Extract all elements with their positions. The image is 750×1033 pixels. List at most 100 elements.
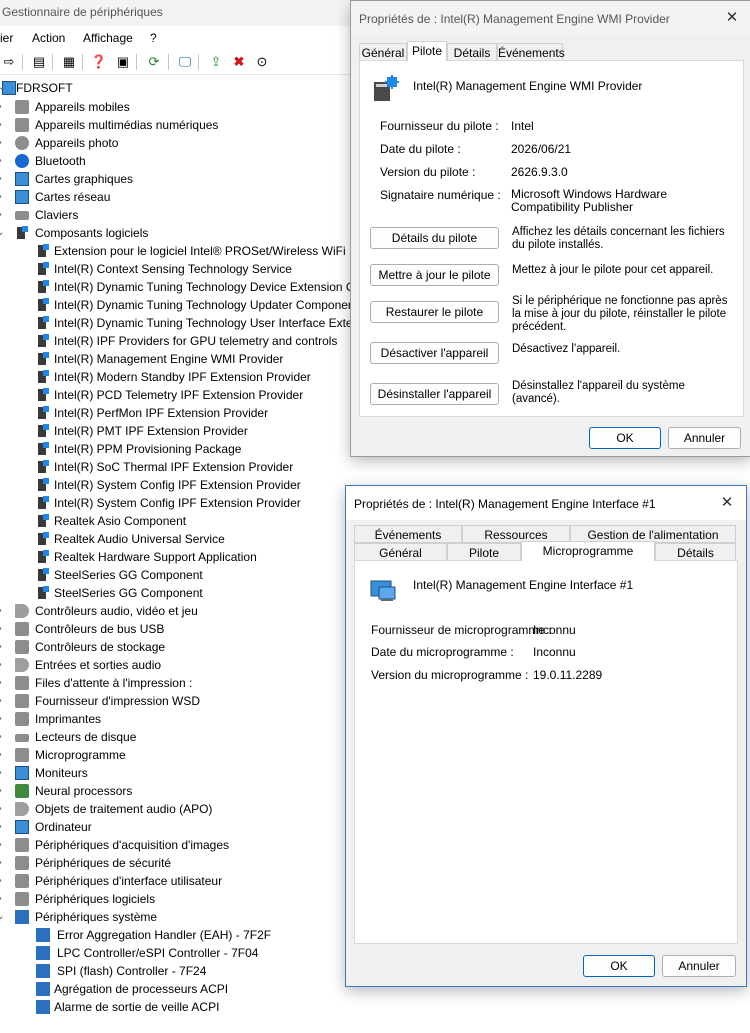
category-label: Contrôleurs de stockage xyxy=(35,640,166,654)
audio-io-icon xyxy=(15,658,29,672)
tree-root-label: FDRSOFT xyxy=(16,81,73,95)
update-driver-button[interactable]: Mettre à jour le pilote xyxy=(370,264,499,286)
view-resources-icon[interactable]: ▣ xyxy=(114,53,132,71)
toolbar-separator xyxy=(198,54,199,70)
dm-title: Gestionnaire de périphériques xyxy=(2,5,163,19)
menu-action[interactable]: Action xyxy=(32,31,65,45)
menu-file[interactable]: ier xyxy=(0,31,13,45)
toolbar-separator xyxy=(82,54,83,70)
tab-general[interactable]: Général xyxy=(359,43,407,61)
driver-details-button[interactable]: Détails du pilote xyxy=(370,227,499,249)
device-label: Intel(R) Dynamic Tuning Technology Devic… xyxy=(54,280,355,294)
neural-processor-icon xyxy=(15,784,29,798)
disable-device-icon[interactable]: ⊙ xyxy=(253,53,271,71)
imaging-device-icon xyxy=(15,838,29,852)
keyboard-icon xyxy=(15,211,29,220)
category-label: Imprimantes xyxy=(35,712,102,726)
properties-icon[interactable]: ▤ xyxy=(30,53,48,71)
disable-device-button[interactable]: Désactiver l'appareil xyxy=(370,342,499,364)
firmware-properties-dialog: Propriétés de : Intel(R) Management Engi… xyxy=(345,485,747,987)
tab-events[interactable]: Événements xyxy=(354,525,462,543)
software-component-icon xyxy=(36,496,50,510)
field-label: Version du microprogramme : xyxy=(371,668,529,682)
menu-help[interactable]: ? xyxy=(150,31,157,45)
computer-icon xyxy=(15,820,29,834)
help-icon[interactable]: ❓ xyxy=(90,53,108,71)
category-label: Appareils mobiles xyxy=(35,100,130,114)
disk-drive-icon xyxy=(15,734,29,742)
field-value: 19.0.11.2289 xyxy=(533,668,603,682)
device-label: Intel(R) Management Engine WMI Provider xyxy=(54,352,284,366)
uninstall-icon[interactable]: ✖ xyxy=(230,53,248,71)
cancel-button[interactable]: Annuler xyxy=(662,955,736,977)
tab-driver[interactable]: Pilote xyxy=(407,41,447,61)
category-label: Moniteurs xyxy=(35,766,88,780)
system-device-icon xyxy=(36,1000,50,1014)
update-driver-icon[interactable]: ⇪ xyxy=(207,53,225,71)
field-value: 2626.9.3.0 xyxy=(511,165,568,179)
forward-arrow-icon[interactable]: ⇨ xyxy=(0,53,18,71)
category-label: Files d'attente à l'impression : xyxy=(35,676,193,690)
ok-button[interactable]: OK xyxy=(583,955,655,977)
scan-hardware-icon[interactable]: ⟳ xyxy=(145,53,163,71)
category-label: Cartes graphiques xyxy=(35,172,134,186)
audio-processing-icon xyxy=(15,802,29,816)
device-label: SPI (flash) Controller - 7F24 xyxy=(57,964,207,978)
device-label: Agrégation de processeurs ACPI xyxy=(54,982,229,996)
monitor-icon xyxy=(15,766,29,780)
cancel-button[interactable]: Annuler xyxy=(668,427,741,449)
category-label: Ordinateur xyxy=(35,820,92,834)
toolbar-separator xyxy=(136,54,137,70)
rollback-driver-button[interactable]: Restaurer le pilote xyxy=(370,301,499,323)
device-label: Realtek Hardware Support Application xyxy=(54,550,257,564)
dialog-title: Propriétés de : Intel(R) Management Engi… xyxy=(354,497,656,511)
monitor-icon[interactable]: 🖵 xyxy=(176,53,194,71)
device-label: Intel(R) Context Sensing Technology Serv… xyxy=(54,262,292,276)
menu-view[interactable]: Affichage xyxy=(83,31,133,45)
firmware-tab-panel: Intel(R) Management Engine Interface #1 … xyxy=(354,560,738,944)
device-label: SteelSeries GG Component xyxy=(54,586,203,600)
tab-events[interactable]: Événements xyxy=(497,43,565,61)
field-label: Fournisseur du pilote : xyxy=(380,119,499,133)
close-icon[interactable]: ✕ xyxy=(721,8,743,28)
action-description: Mettez à jour le pilote pour cet apparei… xyxy=(512,264,714,276)
printer-icon xyxy=(15,712,29,726)
toolbar-separator xyxy=(52,54,53,70)
tab-firmware[interactable]: Microprogramme xyxy=(521,541,655,561)
tab-details[interactable]: Détails xyxy=(655,543,736,561)
device-label: Intel(R) PCD Telemetry IPF Extension Pro… xyxy=(54,388,304,402)
dialog-title-bar: Propriétés de : Intel(R) Management Engi… xyxy=(351,1,750,35)
show-list-icon[interactable]: ▦ xyxy=(60,53,78,71)
software-component-icon xyxy=(36,370,50,384)
field-value: Intel xyxy=(511,119,534,133)
category-label: Composants logiciels xyxy=(35,226,149,240)
firmware-icon xyxy=(15,748,29,762)
driver-tab-panel: Intel(R) Management Engine WMI Provider … xyxy=(359,60,744,417)
security-device-icon xyxy=(15,856,29,870)
ok-button[interactable]: OK xyxy=(589,427,661,449)
device-label: Intel(R) System Config IPF Extension Pro… xyxy=(54,496,301,510)
device-label: Realtek Audio Universal Service xyxy=(54,532,225,546)
field-label: Signataire numérique : xyxy=(380,188,501,202)
uninstall-device-button[interactable]: Désinstaller l'appareil xyxy=(370,383,499,405)
category-label: Microprogramme xyxy=(35,748,126,762)
category-label: Périphériques d'interface utilisateur xyxy=(35,874,223,888)
device-label: SteelSeries GG Component xyxy=(54,568,203,582)
action-description: Affichez les détails concernant les fich… xyxy=(512,226,725,251)
field-value: 2026/06/21 xyxy=(511,142,572,156)
software-component-icon xyxy=(36,298,50,312)
computer-icon xyxy=(2,81,16,95)
tab-general[interactable]: Général xyxy=(354,543,447,561)
software-component-icon xyxy=(36,316,50,330)
tab-details[interactable]: Détails xyxy=(447,43,497,61)
action-description: Désactivez l'appareil. xyxy=(512,343,621,355)
tab-driver[interactable]: Pilote xyxy=(447,543,521,561)
software-component-icon xyxy=(36,478,50,492)
printer-icon xyxy=(15,694,29,708)
field-value: Inconnu xyxy=(533,645,576,659)
software-component-icon xyxy=(36,388,50,402)
software-component-icon xyxy=(36,352,50,366)
close-icon[interactable]: ✕ xyxy=(716,493,738,513)
software-component-icon xyxy=(36,424,50,438)
toolbar-separator xyxy=(22,54,23,70)
